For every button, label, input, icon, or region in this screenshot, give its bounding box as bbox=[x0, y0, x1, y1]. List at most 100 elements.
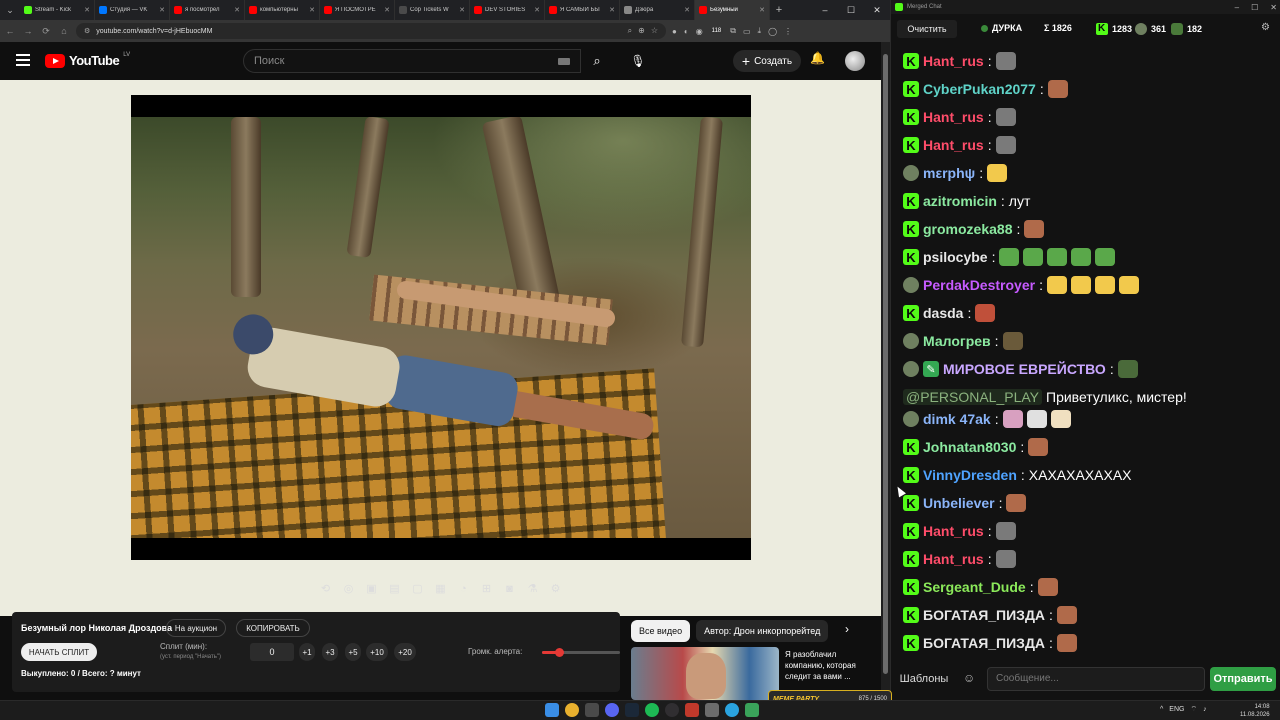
extension-icon[interactable]: ◉ bbox=[696, 27, 703, 36]
chat-username[interactable]: psilocybe bbox=[923, 249, 988, 265]
emote-icon[interactable] bbox=[1118, 276, 1139, 294]
create-button[interactable]: + Создать bbox=[733, 50, 801, 72]
copy-button[interactable]: КОПИРОВАТЬ bbox=[236, 619, 310, 637]
browser-tab[interactable]: Я ПОСМОТРЕ ✕ bbox=[320, 0, 395, 20]
hamburger-icon[interactable] bbox=[16, 54, 30, 66]
minimize-icon[interactable]: – bbox=[812, 5, 838, 16]
emote-icon[interactable] bbox=[1028, 438, 1049, 456]
tab-search-icon[interactable]: ⌄ bbox=[0, 0, 20, 20]
steam-icon[interactable] bbox=[625, 703, 639, 717]
emote-icon[interactable] bbox=[995, 52, 1016, 70]
app-icon[interactable] bbox=[745, 703, 759, 717]
extension-icon[interactable]: ◐ bbox=[684, 27, 689, 36]
chat-username[interactable]: VinnyDresden bbox=[923, 467, 1017, 483]
split-increment-button[interactable]: +20 bbox=[394, 643, 416, 661]
repeat-icon[interactable]: ⟲ bbox=[318, 582, 333, 597]
speed-icon[interactable]: ◔ bbox=[456, 582, 471, 597]
add-icon[interactable]: ⊞ bbox=[479, 582, 494, 597]
chat-message[interactable]: K Hant_rus: bbox=[903, 132, 1016, 158]
chrome-icon[interactable] bbox=[565, 703, 579, 717]
chat-message[interactable]: K Johnatan8030: bbox=[903, 434, 1049, 460]
emote-icon[interactable] bbox=[1006, 494, 1027, 512]
minimize-icon[interactable]: – bbox=[1235, 3, 1239, 12]
split-increment-button[interactable]: +10 bbox=[366, 643, 388, 661]
chat-message[interactable]: K VinnyDresden: ХАХАХАХАХАХ bbox=[903, 462, 1132, 488]
close-icon[interactable]: ✕ bbox=[1270, 3, 1277, 12]
avatar[interactable] bbox=[845, 51, 865, 71]
emote-icon[interactable] bbox=[995, 136, 1016, 154]
emote-icon[interactable] bbox=[1056, 634, 1077, 652]
chat-message[interactable]: K CyberPukan2077: bbox=[903, 76, 1068, 102]
chat-username[interactable]: Hant_rus bbox=[923, 53, 984, 69]
browser-tab[interactable]: DEV STORIES ✕ bbox=[470, 0, 545, 20]
volume-icon[interactable]: ♪ bbox=[1203, 706, 1207, 713]
spotify-icon[interactable] bbox=[645, 703, 659, 717]
chat-username[interactable]: azitromicin bbox=[923, 193, 997, 209]
browser-tab[interactable]: Я САМЫЙ БЫ ✕ bbox=[545, 0, 620, 20]
split-increment-button[interactable]: +5 bbox=[345, 643, 361, 661]
start-split-button[interactable]: НАЧАТЬ СПЛИТ bbox=[21, 643, 97, 661]
auction-button[interactable]: На аукцион bbox=[166, 619, 226, 637]
emote-icon[interactable] bbox=[995, 522, 1016, 540]
emote-icon[interactable] bbox=[995, 550, 1016, 568]
emote-icon[interactable] bbox=[1071, 248, 1092, 266]
browser-tab[interactable]: Дзюра ✕ bbox=[620, 0, 695, 20]
browser-tab[interactable]: Cop Tickets W ✕ bbox=[395, 0, 470, 20]
split-icon[interactable]: ▭ bbox=[743, 27, 751, 36]
browser-tab[interactable]: я посмотрел ✕ bbox=[170, 0, 245, 20]
emote-icon[interactable] bbox=[1046, 276, 1067, 294]
close-icon[interactable]: ✕ bbox=[864, 5, 890, 16]
emote-icon[interactable] bbox=[1026, 410, 1047, 428]
settings-icon[interactable]: ⚙ bbox=[548, 582, 563, 597]
emote-icon[interactable] bbox=[999, 248, 1020, 266]
translate-icon[interactable]: ⊕ bbox=[638, 26, 645, 36]
watch-later-icon[interactable]: ▣ bbox=[364, 582, 379, 597]
youtube-logo[interactable]: YouTube LV bbox=[45, 52, 130, 68]
app-icon[interactable] bbox=[705, 703, 719, 717]
extension-badge[interactable]: 118 bbox=[709, 28, 724, 34]
chat-message[interactable]: mεrphψ: bbox=[903, 160, 1008, 186]
emote-icon[interactable] bbox=[1095, 248, 1116, 266]
extension-icon[interactable]: ● bbox=[672, 27, 677, 36]
site-info-icon[interactable]: ⚙ bbox=[84, 27, 90, 35]
emote-icon[interactable] bbox=[1047, 248, 1068, 266]
url-field[interactable]: ⚙ youtube.com/watch?v=d-jHEbuocMM ⌕ ⊕ ☆ bbox=[76, 23, 666, 39]
chat-username[interactable]: Hant_rus bbox=[923, 109, 984, 125]
chat-message[interactable]: K Hant_rus: bbox=[903, 546, 1016, 572]
tray-chevron-icon[interactable]: ^ bbox=[1160, 706, 1163, 713]
chat-message[interactable]: ✎ МИРОВОЕ ЕВРЕЙСТВО: bbox=[903, 356, 1138, 382]
home-icon[interactable]: ⌂ bbox=[58, 26, 70, 36]
chat-message[interactable]: Kgromozeka88: bbox=[903, 216, 1045, 242]
emote-icon[interactable] bbox=[995, 108, 1016, 126]
chat-username[interactable]: CyberPukan2077 bbox=[923, 81, 1036, 97]
emote-icon[interactable] bbox=[1047, 80, 1068, 98]
menu-icon[interactable]: ⋮ bbox=[784, 27, 792, 36]
puzzle-icon[interactable]: ⧉ bbox=[730, 26, 736, 36]
recommended-video-title[interactable]: Я разоблачил компанию, которая следит за… bbox=[785, 649, 877, 682]
emote-icon[interactable] bbox=[1056, 606, 1077, 624]
browser-tab[interactable]: Безумный ✕ bbox=[695, 0, 770, 20]
grid-icon[interactable]: ▦ bbox=[433, 582, 448, 597]
obs-icon[interactable] bbox=[665, 703, 679, 717]
slider-knob[interactable] bbox=[555, 648, 565, 657]
telegram-icon[interactable] bbox=[725, 703, 739, 717]
split-increment-button[interactable]: +1 bbox=[299, 643, 315, 661]
chat-username[interactable]: МИРОВОЕ ЕВРЕЙСТВО bbox=[943, 361, 1106, 377]
maximize-icon[interactable]: ☐ bbox=[1251, 3, 1258, 12]
fullscreen-icon[interactable]: ▢ bbox=[410, 582, 425, 597]
download-icon[interactable]: ⤓ bbox=[758, 26, 762, 36]
tab-close-icon[interactable]: ✕ bbox=[159, 6, 165, 14]
chat-message[interactable]: K Hant_rus: bbox=[903, 48, 1016, 74]
chat-message[interactable]: K БОГАТАЯ_ПИЗДА: bbox=[903, 602, 1077, 628]
back-icon[interactable]: ← bbox=[4, 26, 16, 36]
tab-close-icon[interactable]: ✕ bbox=[759, 6, 765, 14]
emoji-icon[interactable]: ☺ bbox=[963, 671, 975, 685]
chat-username[interactable]: PerdakDestroyer bbox=[923, 277, 1035, 293]
maximize-icon[interactable]: ☐ bbox=[838, 5, 864, 16]
broadcast-icon[interactable]: ◎ bbox=[341, 582, 356, 597]
emote-icon[interactable] bbox=[1024, 220, 1045, 238]
tab-close-icon[interactable]: ✕ bbox=[534, 6, 540, 14]
chat-username[interactable]: Sergeant_Dude bbox=[923, 579, 1026, 595]
app-icon[interactable] bbox=[585, 703, 599, 717]
clock[interactable]: 14:08 11.08.2026 bbox=[1240, 703, 1270, 719]
